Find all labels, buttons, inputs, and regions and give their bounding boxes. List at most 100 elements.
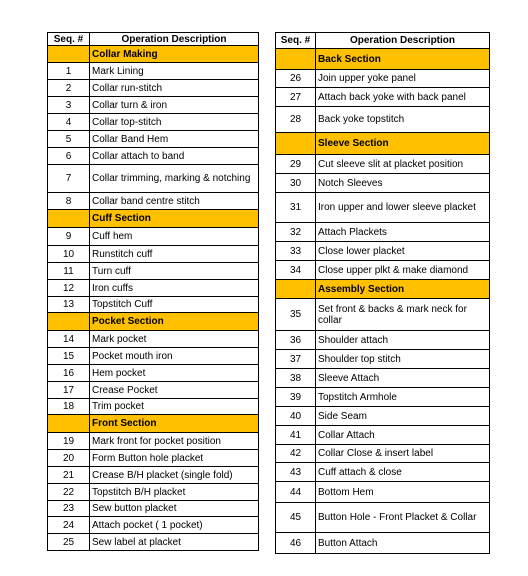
section-title: Front Section: [89, 414, 259, 433]
operation-row: 32 Attach Plackets: [275, 222, 490, 242]
seq-number: 32: [275, 222, 316, 242]
seq-number: 29: [275, 154, 316, 174]
operation-row: 31 Iron upper and lower sleeve placket: [275, 192, 490, 223]
section-seq-cell: [275, 48, 316, 70]
seq-number: 24: [47, 516, 90, 534]
operation-row: 21 Crease B/H placket (single fold): [47, 466, 259, 484]
operation-row: 3 Collar turn & iron: [47, 96, 259, 114]
operation-description: Collar trimming, marking & notching: [89, 164, 259, 193]
operation-description: Crease B/H placket (single fold): [89, 466, 259, 484]
section-seq-cell: [275, 132, 316, 155]
operation-row: 42 Collar Close & insert label: [275, 444, 490, 463]
operation-row: 4 Collar top-stitch: [47, 113, 259, 131]
section-seq-cell: [47, 45, 90, 63]
operation-description: Attach pocket ( 1 pocket): [89, 516, 259, 534]
section-row: Cuff Section: [47, 209, 259, 228]
operation-description: Sew button placket: [89, 500, 259, 517]
operation-description: Trim pocket: [89, 398, 259, 415]
operation-description: Back yoke topstitch: [315, 106, 490, 133]
seq-number: 36: [275, 330, 316, 350]
operation-row: 33 Close lower placket: [275, 241, 490, 261]
seq-number: 41: [275, 425, 316, 445]
operation-row: 6 Collar attach to band: [47, 147, 259, 165]
seq-number: 43: [275, 462, 316, 482]
operation-description: Mark pocket: [89, 330, 259, 348]
operation-row: 15 Pocket mouth iron: [47, 347, 259, 365]
operation-row: 36 Shoulder attach: [275, 330, 490, 350]
operation-row: 17 Crease Pocket: [47, 381, 259, 399]
operation-description: Form Button hole placket: [89, 449, 259, 467]
seq-number: 8: [47, 192, 90, 210]
seq-number: 7: [47, 164, 90, 193]
operation-description: Collar Close & insert label: [315, 444, 490, 463]
seq-number: 40: [275, 406, 316, 426]
seq-number: 39: [275, 387, 316, 407]
operation-row: 19 Mark front for pocket position: [47, 432, 259, 450]
operation-row: 14 Mark pocket: [47, 330, 259, 348]
operation-description: Notch Sleeves: [315, 173, 490, 193]
seq-number: 37: [275, 349, 316, 369]
operation-description: Bottom Hem: [315, 481, 490, 503]
operation-row: 39 Topstitch Armhole: [275, 387, 490, 407]
operation-row: 28 Back yoke topstitch: [275, 106, 490, 133]
section-title: Collar Making: [89, 45, 259, 63]
operation-description: Runstitch cuff: [89, 245, 259, 263]
seq-number: 35: [275, 298, 316, 331]
seq-number: 44: [275, 481, 316, 503]
operation-description: Shoulder top stitch: [315, 349, 490, 369]
operation-description: Sew label at placket: [89, 533, 259, 551]
operation-description: Collar top-stitch: [89, 113, 259, 131]
seq-header: Seq. #: [47, 32, 90, 46]
seq-number: 18: [47, 398, 90, 415]
operation-row: 2 Collar run-stitch: [47, 79, 259, 97]
header-row: Seq. # Operation Description: [47, 32, 259, 46]
desc-header: Operation Description: [89, 32, 259, 46]
seq-number: 2: [47, 79, 90, 97]
operation-row: 11 Turn cuff: [47, 262, 259, 280]
operation-description: Cuff attach & close: [315, 462, 490, 482]
operation-description: Mark Lining: [89, 62, 259, 80]
seq-number: 28: [275, 106, 316, 133]
seq-number: 21: [47, 466, 90, 484]
section-row: Front Section: [47, 414, 259, 433]
seq-number: 45: [275, 502, 316, 533]
seq-number: 27: [275, 87, 316, 107]
operation-description: Hem pocket: [89, 364, 259, 382]
operation-description: Collar run-stitch: [89, 79, 259, 97]
operations-table-right: Seq. # Operation Description Back Sectio…: [275, 32, 490, 554]
section-title: Sleeve Section: [315, 132, 490, 155]
operation-row: 26 Join upper yoke panel: [275, 69, 490, 88]
operations-table-left: Seq. # Operation Description Collar Maki…: [47, 32, 259, 551]
operation-description: Mark front for pocket position: [89, 432, 259, 450]
section-title: Assembly Section: [315, 279, 490, 299]
seq-number: 42: [275, 444, 316, 463]
operation-description: Button Attach: [315, 532, 490, 554]
section-row: Assembly Section: [275, 279, 490, 299]
seq-number: 25: [47, 533, 90, 551]
operation-row: 16 Hem pocket: [47, 364, 259, 382]
operation-description: Close lower placket: [315, 241, 490, 261]
operation-row: 24 Attach pocket ( 1 pocket): [47, 516, 259, 534]
seq-number: 3: [47, 96, 90, 114]
seq-number: 11: [47, 262, 90, 280]
operation-row: 40 Side Seam: [275, 406, 490, 426]
operation-row: 18 Trim pocket: [47, 398, 259, 415]
operation-description: Cut sleeve slit at placket position: [315, 154, 490, 174]
operation-row: 9 Cuff hem: [47, 227, 259, 246]
operation-row: 43 Cuff attach & close: [275, 462, 490, 482]
seq-number: 17: [47, 381, 90, 399]
operation-row: 45 Button Hole - Front Placket & Collar: [275, 502, 490, 533]
operation-description: Sleeve Attach: [315, 368, 490, 388]
operation-row: 1 Mark Lining: [47, 62, 259, 80]
operation-description: Crease Pocket: [89, 381, 259, 399]
operation-row: 23 Sew button placket: [47, 500, 259, 517]
operation-description: Attach Plackets: [315, 222, 490, 242]
seq-number: 5: [47, 130, 90, 148]
seq-number: 23: [47, 500, 90, 517]
section-title: Cuff Section: [89, 209, 259, 228]
seq-number: 20: [47, 449, 90, 467]
operation-row: 41 Collar Attach: [275, 425, 490, 445]
section-title: Pocket Section: [89, 312, 259, 331]
seq-header: Seq. #: [275, 32, 316, 49]
seq-number: 19: [47, 432, 90, 450]
